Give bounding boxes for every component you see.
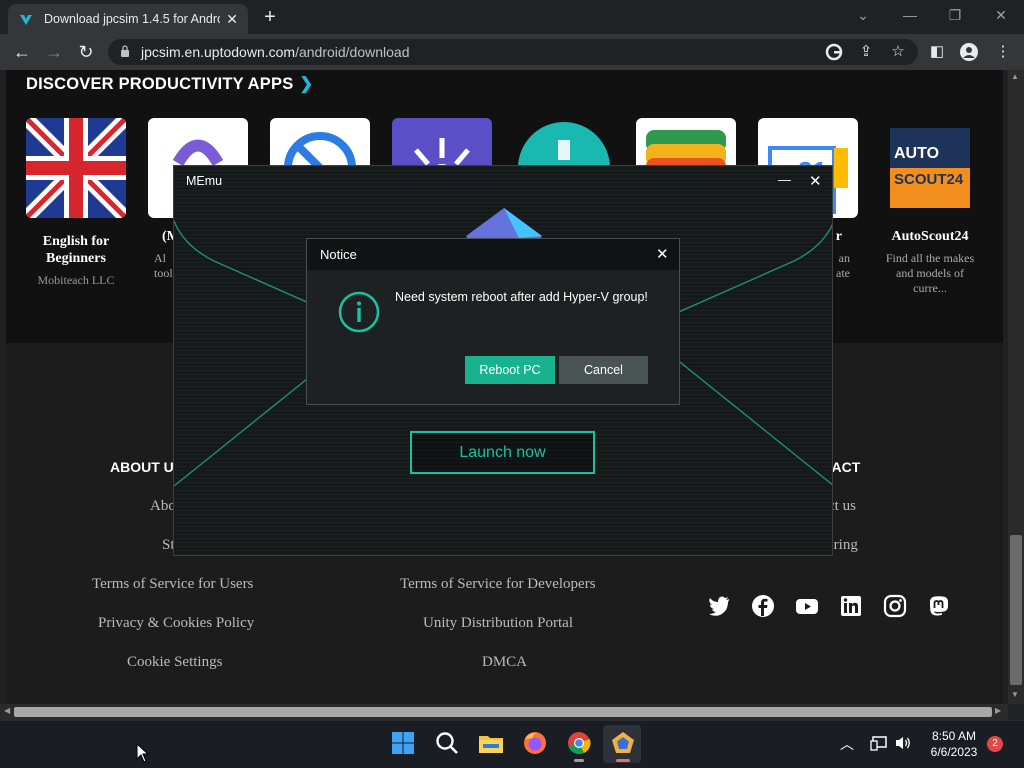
window-restore-icon[interactable]: ❐ bbox=[940, 4, 970, 26]
mastodon-icon[interactable] bbox=[927, 594, 951, 618]
reboot-pc-button[interactable]: Reboot PC bbox=[465, 356, 555, 384]
linkedin-icon[interactable] bbox=[839, 594, 863, 618]
chevron-right-icon[interactable]: ❯ bbox=[299, 75, 313, 93]
show-hidden-icons-chevron-icon[interactable]: ︿ bbox=[840, 734, 854, 754]
file-explorer-icon[interactable] bbox=[477, 729, 505, 757]
chrome-icon[interactable] bbox=[565, 729, 593, 757]
horizontal-scroll-thumb[interactable] bbox=[14, 707, 992, 717]
app-description: Find all the makes and models of curre..… bbox=[885, 251, 975, 295]
clock-date[interactable]: 6/6/2023 bbox=[920, 745, 988, 759]
launch-now-button[interactable]: Launch now bbox=[410, 431, 595, 474]
profile-avatar-icon[interactable] bbox=[958, 42, 980, 62]
footer-link-terms-users[interactable]: Terms of Service for Users bbox=[92, 576, 253, 593]
memu-app-icon[interactable] bbox=[609, 729, 637, 757]
search-icon[interactable] bbox=[433, 729, 461, 757]
tab-search-chevron-icon[interactable]: ⌄ bbox=[848, 4, 878, 26]
memu-running-indicator bbox=[616, 759, 630, 762]
notice-message: Need system reboot after add Hyper-V gro… bbox=[395, 290, 648, 304]
notice-titlebar bbox=[307, 239, 679, 270]
chrome-running-indicator bbox=[574, 759, 584, 762]
app-card-autoscout24[interactable]: AUTO SCOUT24 AutoScout24 Find all the ma… bbox=[880, 118, 980, 296]
share-icon[interactable]: ⇪ bbox=[855, 42, 877, 62]
section-heading[interactable]: DISCOVER PRODUCTIVITY APPS ❯ bbox=[26, 74, 313, 94]
scroll-down-arrow-icon[interactable]: ▼ bbox=[1011, 690, 1019, 699]
uk-flag-icon bbox=[21, 113, 131, 223]
window-close-icon[interactable]: ✕ bbox=[986, 4, 1016, 26]
lock-icon bbox=[121, 45, 129, 57]
notification-badge[interactable]: 2 bbox=[987, 736, 1003, 752]
instagram-icon[interactable] bbox=[883, 594, 907, 618]
forward-arrow-icon[interactable]: → bbox=[42, 41, 66, 63]
clock-time[interactable]: 8:50 AM bbox=[920, 729, 988, 743]
volume-icon[interactable] bbox=[894, 735, 912, 751]
google-icon[interactable] bbox=[823, 42, 845, 62]
autoscout24-logo: AUTO SCOUT24 bbox=[880, 118, 980, 218]
footer-link-unity[interactable]: Unity Distribution Portal bbox=[423, 615, 573, 632]
app-name: English for Beginners bbox=[42, 234, 110, 266]
bookmark-star-icon[interactable]: ☆ bbox=[887, 42, 909, 62]
footer-link-about[interactable]: Abo bbox=[150, 498, 176, 515]
uptodown-favicon-icon bbox=[20, 15, 32, 25]
footer-link-privacy[interactable]: Privacy & Cookies Policy bbox=[98, 615, 254, 632]
vertical-scroll-thumb[interactable] bbox=[1010, 535, 1022, 685]
app-card-english[interactable]: English for Beginners Mobiteach LLC bbox=[21, 113, 131, 288]
network-icon[interactable] bbox=[870, 735, 888, 751]
memu-minimize-icon[interactable]: — bbox=[778, 172, 791, 187]
mouse-cursor-icon bbox=[136, 743, 150, 763]
youtube-icon[interactable] bbox=[795, 594, 819, 618]
footer-link-cookie-settings[interactable]: Cookie Settings bbox=[127, 654, 222, 671]
scroll-left-arrow-icon[interactable]: ◀ bbox=[4, 706, 10, 715]
scroll-up-arrow-icon[interactable]: ▲ bbox=[1011, 72, 1019, 81]
window-minimize-icon[interactable]: — bbox=[895, 4, 925, 26]
facebook-icon[interactable] bbox=[751, 594, 775, 618]
footer-link-terms-devs[interactable]: Terms of Service for Developers bbox=[400, 576, 596, 593]
twitter-icon[interactable] bbox=[707, 594, 731, 618]
firefox-icon[interactable] bbox=[521, 729, 549, 757]
app-name: AutoScout24 bbox=[891, 229, 969, 244]
scroll-right-arrow-icon[interactable]: ▶ bbox=[995, 706, 1001, 715]
reload-icon[interactable]: ↻ bbox=[74, 41, 98, 63]
url-host: jpcsim.en.uptodown.com bbox=[141, 44, 296, 60]
windows-start-icon[interactable] bbox=[389, 729, 417, 757]
new-tab-button[interactable]: + bbox=[258, 6, 282, 28]
tab-close-icon[interactable]: ✕ bbox=[226, 11, 238, 28]
memu-close-icon[interactable]: ✕ bbox=[809, 172, 822, 190]
cancel-button[interactable]: Cancel bbox=[559, 356, 648, 384]
info-icon bbox=[338, 291, 380, 333]
back-arrow-icon[interactable]: ← bbox=[10, 41, 34, 63]
notice-close-icon[interactable]: ✕ bbox=[656, 245, 669, 263]
footer-link-dmca[interactable]: DMCA bbox=[482, 654, 527, 671]
memu-title: MEmu bbox=[186, 174, 223, 188]
url-path: /android/download bbox=[295, 44, 410, 60]
menu-kebab-icon[interactable]: ⋮ bbox=[992, 42, 1014, 62]
side-panel-icon[interactable]: ◧ bbox=[926, 42, 948, 62]
browser-tab[interactable]: Download jpcsim 1.4.5 for Android ✕ bbox=[8, 4, 248, 34]
url-text[interactable]: jpcsim.en.uptodown.com/android/download bbox=[141, 44, 410, 60]
tab-title: Download jpcsim 1.4.5 for Android bbox=[44, 12, 220, 26]
app-developer: Mobiteach LLC bbox=[37, 273, 115, 287]
notice-title: Notice bbox=[320, 247, 357, 262]
footer-about-heading: ABOUT U bbox=[110, 459, 174, 475]
